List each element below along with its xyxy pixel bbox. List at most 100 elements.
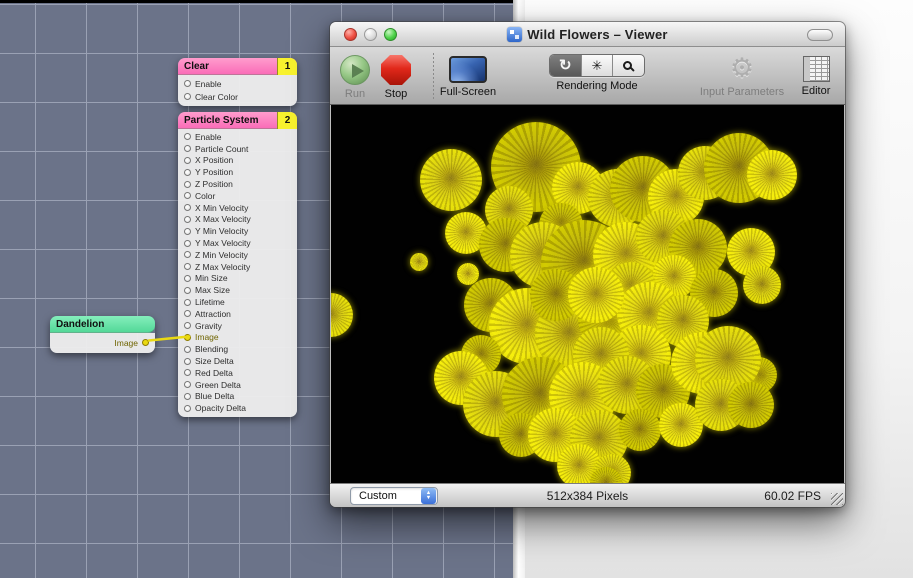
patch-dandelion-header[interactable]: Dandelion <box>50 316 155 333</box>
stop-button[interactable]: Stop <box>376 55 416 100</box>
port-row: Z Position <box>178 178 297 190</box>
connection-wire[interactable] <box>146 331 192 345</box>
input-port-blending[interactable] <box>184 346 191 353</box>
port-row: Enable <box>178 131 297 143</box>
port-row: Z Min Velocity <box>178 249 297 261</box>
input-port-red-delta[interactable] <box>184 369 191 376</box>
segment-sprite[interactable]: ✳ <box>582 55 614 76</box>
input-port-y-max-velocity[interactable] <box>184 240 191 247</box>
input-port-blue-delta[interactable] <box>184 393 191 400</box>
port-label: Lifetime <box>195 297 225 307</box>
editor-button[interactable]: Editor <box>792 56 840 97</box>
patch-dandelion-ports: Image <box>50 333 155 353</box>
patch-clear-header[interactable]: Clear 1 <box>178 58 297 75</box>
full-screen-button[interactable]: Full-Screen <box>438 56 498 98</box>
input-port-lifetime[interactable] <box>184 299 191 306</box>
input-port-x-position[interactable] <box>184 157 191 164</box>
input-port-color[interactable] <box>184 192 191 199</box>
fps-label: 60.02 FPS <box>764 489 821 503</box>
input-parameters-label: Input Parameters <box>682 86 802 98</box>
input-port-z-min-velocity[interactable] <box>184 251 191 258</box>
port-label: Z Max Velocity <box>195 262 250 272</box>
port-label: Attraction <box>195 309 231 319</box>
port-label: Enable <box>195 79 221 89</box>
port-row: Opacity Delta <box>178 402 297 414</box>
table-icon <box>803 56 830 82</box>
dandelion-flower <box>747 150 797 200</box>
port-row: Blending <box>178 343 297 355</box>
input-parameters-button[interactable]: ⚙ Input Parameters <box>682 53 802 98</box>
patch-dandelion[interactable]: Dandelion Image <box>50 316 155 353</box>
port-label: Blending <box>195 344 228 354</box>
patch-clear-ports: Enable Clear Color <box>178 75 297 106</box>
run-label: Run <box>336 88 374 100</box>
title-area: Wild Flowers – Viewer <box>330 22 845 47</box>
port-label: X Max Velocity <box>195 214 251 224</box>
port-row: Enable <box>178 77 297 90</box>
input-port-y-min-velocity[interactable] <box>184 228 191 235</box>
port-label: X Position <box>195 155 233 165</box>
port-label: Image <box>114 338 138 348</box>
port-row: Red Delta <box>178 367 297 379</box>
port-row: Blue Delta <box>178 391 297 403</box>
full-screen-label: Full-Screen <box>438 86 498 98</box>
input-port-opacity-delta[interactable] <box>184 405 191 412</box>
input-port-enable[interactable] <box>184 80 191 87</box>
port-row: Image <box>178 332 297 344</box>
input-port-z-position[interactable] <box>184 181 191 188</box>
port-label: Color <box>195 191 215 201</box>
rendering-mode-segmented-control: ↻ ✳ <box>549 54 645 77</box>
port-label: Enable <box>195 132 221 142</box>
port-row: Particle Count <box>178 143 297 155</box>
patch-particle-system-header[interactable]: Particle System 2 <box>178 112 297 129</box>
dandelion-flower <box>410 253 428 271</box>
toolbar: Run Stop Full-Screen ↻ ✳ <box>330 47 845 105</box>
titlebar[interactable]: Wild Flowers – Viewer <box>330 22 845 47</box>
input-port-gravity[interactable] <box>184 322 191 329</box>
patch-clear[interactable]: Clear 1 Enable Clear Color <box>178 58 297 106</box>
input-port-x-min-velocity[interactable] <box>184 204 191 211</box>
port-label: Blue Delta <box>195 391 234 401</box>
segment-magnifier[interactable] <box>613 55 644 76</box>
input-port-enable[interactable] <box>184 133 191 140</box>
patch-particle-system-ports: EnableParticle CountX PositionY Position… <box>178 129 297 417</box>
port-row: Z Max Velocity <box>178 261 297 273</box>
play-circle-icon <box>340 55 370 85</box>
resize-grip[interactable] <box>831 493 843 505</box>
window-title: Wild Flowers – Viewer <box>527 27 667 42</box>
port-label: Particle Count <box>195 144 248 154</box>
patch-particle-system-layer-badge: 2 <box>277 112 297 129</box>
port-row: Green Delta <box>178 379 297 391</box>
port-label: Y Min Velocity <box>195 226 248 236</box>
input-port-clear-color[interactable] <box>184 93 191 100</box>
port-label: Max Size <box>195 285 230 295</box>
port-row: Image <box>50 335 155 350</box>
stop-octagon-icon <box>381 55 411 85</box>
input-port-min-size[interactable] <box>184 275 191 282</box>
input-port-attraction[interactable] <box>184 310 191 317</box>
input-port-max-size[interactable] <box>184 287 191 294</box>
patch-particle-system-title: Particle System <box>184 115 259 126</box>
refresh-icon: ↻ <box>559 58 572 73</box>
dandelion-flower <box>743 266 781 304</box>
port-row: Y Min Velocity <box>178 225 297 237</box>
port-row: Y Max Velocity <box>178 237 297 249</box>
toolbar-toggle-pill[interactable] <box>807 29 833 41</box>
input-port-z-max-velocity[interactable] <box>184 263 191 270</box>
patch-particle-system[interactable]: Particle System 2 EnableParticle CountX … <box>178 112 297 417</box>
segment-refresh[interactable]: ↻ <box>550 55 582 76</box>
render-canvas <box>331 105 844 483</box>
dandelion-flower <box>728 382 774 428</box>
run-button[interactable]: Run <box>336 55 374 100</box>
input-port-y-position[interactable] <box>184 169 191 176</box>
magnifier-icon <box>623 61 632 70</box>
port-label: Red Delta <box>195 368 233 378</box>
port-row: Size Delta <box>178 355 297 367</box>
port-label: X Min Velocity <box>195 203 248 213</box>
input-port-particle-count[interactable] <box>184 145 191 152</box>
port-label: Clear Color <box>195 92 238 102</box>
input-port-size-delta[interactable] <box>184 358 191 365</box>
port-label: Min Size <box>195 273 228 283</box>
input-port-x-max-velocity[interactable] <box>184 216 191 223</box>
input-port-green-delta[interactable] <box>184 381 191 388</box>
